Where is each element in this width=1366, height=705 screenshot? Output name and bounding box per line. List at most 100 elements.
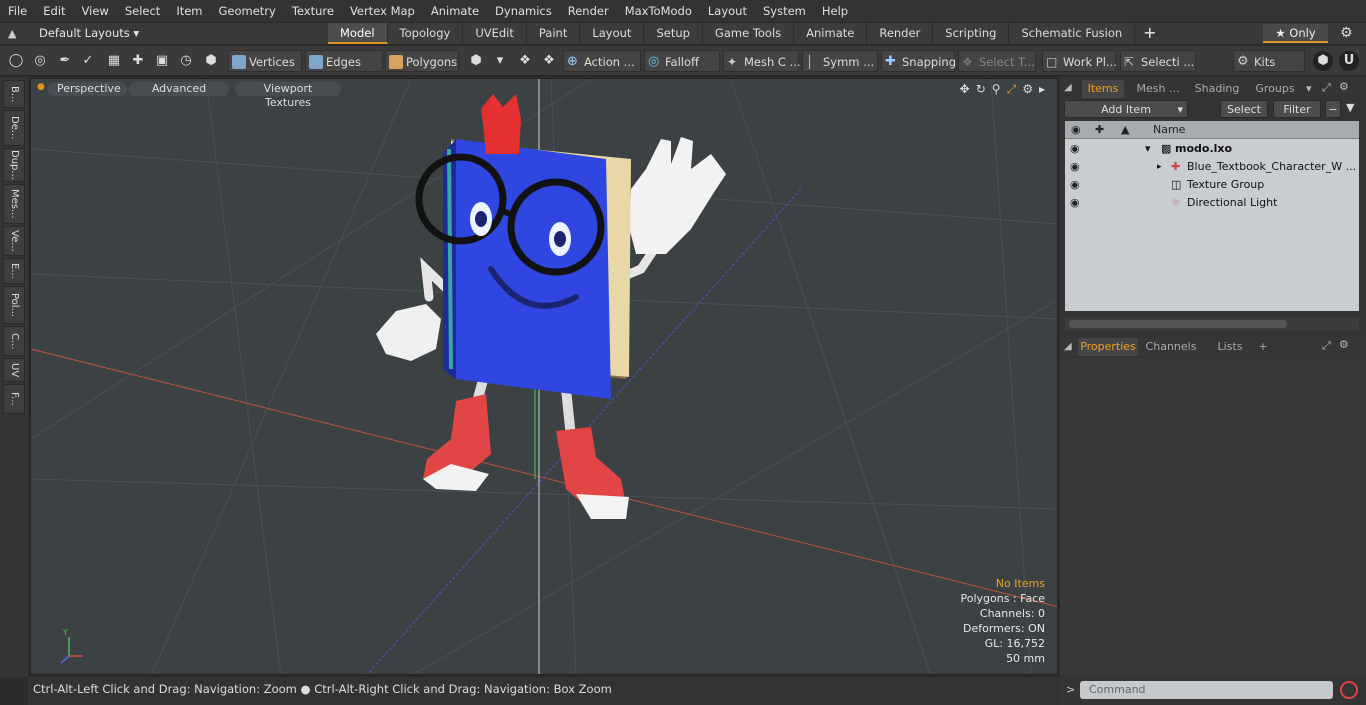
viewport-menu-arrow-icon[interactable]: ▸ <box>1039 82 1045 97</box>
tab-setup[interactable]: Setup <box>644 23 703 44</box>
collapse-icon[interactable]: − <box>1325 100 1341 118</box>
chevron-down-icon[interactable]: ▾ <box>490 51 510 71</box>
props-corner-icon[interactable]: ◢ <box>1064 341 1072 352</box>
menu-render[interactable]: Render <box>560 0 617 22</box>
tab-properties[interactable]: Properties <box>1078 338 1138 356</box>
left-tab-4[interactable]: Ve... <box>3 226 25 256</box>
left-tab-2[interactable]: Dup... <box>3 148 25 182</box>
menu-select[interactable]: Select <box>117 0 168 22</box>
tabs-dropdown-icon[interactable]: ▾ <box>1306 82 1312 95</box>
tab-scripting[interactable]: Scripting <box>933 23 1010 44</box>
default-layouts-dropdown[interactable]: Default Layouts ▾ <box>39 23 139 44</box>
pan-icon[interactable]: ✥ <box>960 82 970 97</box>
kits-button[interactable]: ⚙ Kits <box>1233 50 1305 72</box>
command-input[interactable]: Command <box>1080 681 1333 699</box>
menu-dynamics[interactable]: Dynamics <box>487 0 560 22</box>
globe-icon[interactable]: ◎ <box>30 51 50 71</box>
menu-edit[interactable]: Edit <box>35 0 73 22</box>
tree-row-directional-light[interactable]: ◉ ☼ Directional Light <box>1065 194 1359 212</box>
eye-icon[interactable]: ◉ <box>1070 158 1084 176</box>
selection-button[interactable]: ⇱ Selecti ... <box>1120 50 1196 72</box>
left-tab-5[interactable]: E... <box>3 258 25 284</box>
tree-scrollbar[interactable] <box>1065 317 1359 331</box>
perspective-button[interactable]: Perspective <box>47 82 127 96</box>
panel-corner-icon[interactable]: ◢ <box>1064 82 1072 93</box>
add-item-button[interactable]: Add Item ▾ <box>1064 100 1188 118</box>
menu-maxtomodo[interactable]: MaxToModo <box>617 0 700 22</box>
unity-icon[interactable]: ⬢ <box>1313 51 1333 71</box>
layout-arrow-icon[interactable]: ▲ <box>8 27 22 41</box>
left-tab-1[interactable]: De... <box>3 110 25 146</box>
pen-icon[interactable]: ✒ <box>55 51 75 71</box>
menu-item[interactable]: Item <box>168 0 210 22</box>
collapse-arrow-icon[interactable]: ▸ <box>1157 158 1162 176</box>
edges-button[interactable]: Edges <box>305 50 383 72</box>
eye-icon[interactable]: ◉ <box>1070 176 1084 194</box>
tab-schematic-fusion[interactable]: Schematic Fusion <box>1009 23 1136 44</box>
tab-items[interactable]: Items <box>1082 80 1124 98</box>
tab-layout[interactable]: Layout <box>580 23 645 44</box>
viewport-gear-icon[interactable]: ⚙ <box>1022 82 1033 97</box>
viewport-dot-icon[interactable]: ● <box>37 82 45 92</box>
menu-vertex-map[interactable]: Vertex Map <box>342 0 423 22</box>
left-tab-8[interactable]: UV <box>3 358 25 382</box>
scroll-thumb[interactable] <box>1069 320 1287 328</box>
3d-viewport[interactable]: Y ● Perspective Advanced Viewport Textur… <box>30 78 1058 675</box>
expand-arrow-icon[interactable]: ▾ <box>1145 140 1151 158</box>
polygons-button[interactable]: Polygons <box>385 50 459 72</box>
work-plane-button[interactable]: □ Work Pl... <box>1042 50 1117 72</box>
tab-model[interactable]: Model <box>328 23 388 44</box>
symmetry-button[interactable]: │ Symm ... <box>802 50 878 72</box>
menu-file[interactable]: File <box>0 0 35 22</box>
menu-view[interactable]: View <box>74 0 117 22</box>
symmetry-icon[interactable]: ❖ <box>515 51 535 71</box>
menu-geometry[interactable]: Geometry <box>211 0 284 22</box>
pivot-icon[interactable]: ❖ <box>539 51 559 71</box>
select-through-button[interactable]: ❖ Select T... <box>958 50 1036 72</box>
only-button[interactable]: ★ Only <box>1263 24 1328 43</box>
tab-topology[interactable]: Topology <box>387 23 464 44</box>
left-tab-6[interactable]: Pol... <box>3 286 25 324</box>
tab-render[interactable]: Render <box>867 23 934 44</box>
falloff-button[interactable]: ◎ Falloff <box>644 50 720 72</box>
tab-animate[interactable]: Animate <box>794 23 868 44</box>
tree-row-texture-group[interactable]: ◉ ◫ Texture Group <box>1065 176 1359 194</box>
move-icon[interactable]: ✚ <box>128 51 148 71</box>
select-button[interactable]: Select <box>1220 100 1268 118</box>
record-icon[interactable] <box>1340 681 1358 699</box>
tab-groups[interactable]: Groups <box>1248 80 1302 98</box>
expand-icon[interactable]: ⤢ <box>1322 81 1331 95</box>
cube-icon[interactable]: ⬢ <box>466 51 486 71</box>
gear-icon[interactable]: ⚙ <box>1340 25 1353 41</box>
shield-icon[interactable]: ⬢ <box>201 51 221 71</box>
menu-system[interactable]: System <box>755 0 814 22</box>
filter-button[interactable]: Filter <box>1273 100 1321 118</box>
funnel-icon[interactable]: ▼ <box>1346 101 1354 114</box>
transform-icon[interactable]: ▦ <box>104 51 124 71</box>
tree-row-mesh[interactable]: ◉ ▸ ✚ Blue_Textbook_Character_W ... <box>1065 158 1359 176</box>
zoom-icon[interactable]: ⚲ <box>992 82 1001 97</box>
tab-mesh[interactable]: Mesh ... <box>1130 80 1186 98</box>
left-tab-7[interactable]: C... <box>3 326 25 356</box>
tree-row-modo[interactable]: ◉ ▾ ▩ modo.lxo <box>1065 140 1359 158</box>
tab-paint[interactable]: Paint <box>526 23 581 44</box>
advanced-button[interactable]: Advanced <box>129 82 229 96</box>
tab-game-tools[interactable]: Game Tools <box>702 23 795 44</box>
unreal-icon[interactable]: U <box>1339 51 1359 71</box>
left-tab-0[interactable]: B... <box>3 80 25 108</box>
left-tab-3[interactable]: Mes... <box>3 184 25 224</box>
left-tab-9[interactable]: F... <box>3 384 25 414</box>
menu-texture[interactable]: Texture <box>284 0 342 22</box>
tab-lists[interactable]: Lists <box>1208 338 1252 356</box>
rotate-icon[interactable]: ◷ <box>176 51 196 71</box>
vertices-button[interactable]: Vertices <box>228 50 302 72</box>
rotate-view-icon[interactable]: ↻ <box>976 82 986 97</box>
brush-icon[interactable]: ✓ <box>78 51 98 71</box>
menu-layout[interactable]: Layout <box>700 0 755 22</box>
eye-icon[interactable]: ◉ <box>1070 140 1084 158</box>
props-gear-icon[interactable]: ⚙ <box>1339 338 1349 351</box>
menu-animate[interactable]: Animate <box>423 0 487 22</box>
eye-icon[interactable]: ◉ <box>1070 194 1084 212</box>
viewport-textures-button[interactable]: Viewport Textures <box>235 82 341 109</box>
circle-select-icon[interactable]: ◯ <box>6 51 26 71</box>
